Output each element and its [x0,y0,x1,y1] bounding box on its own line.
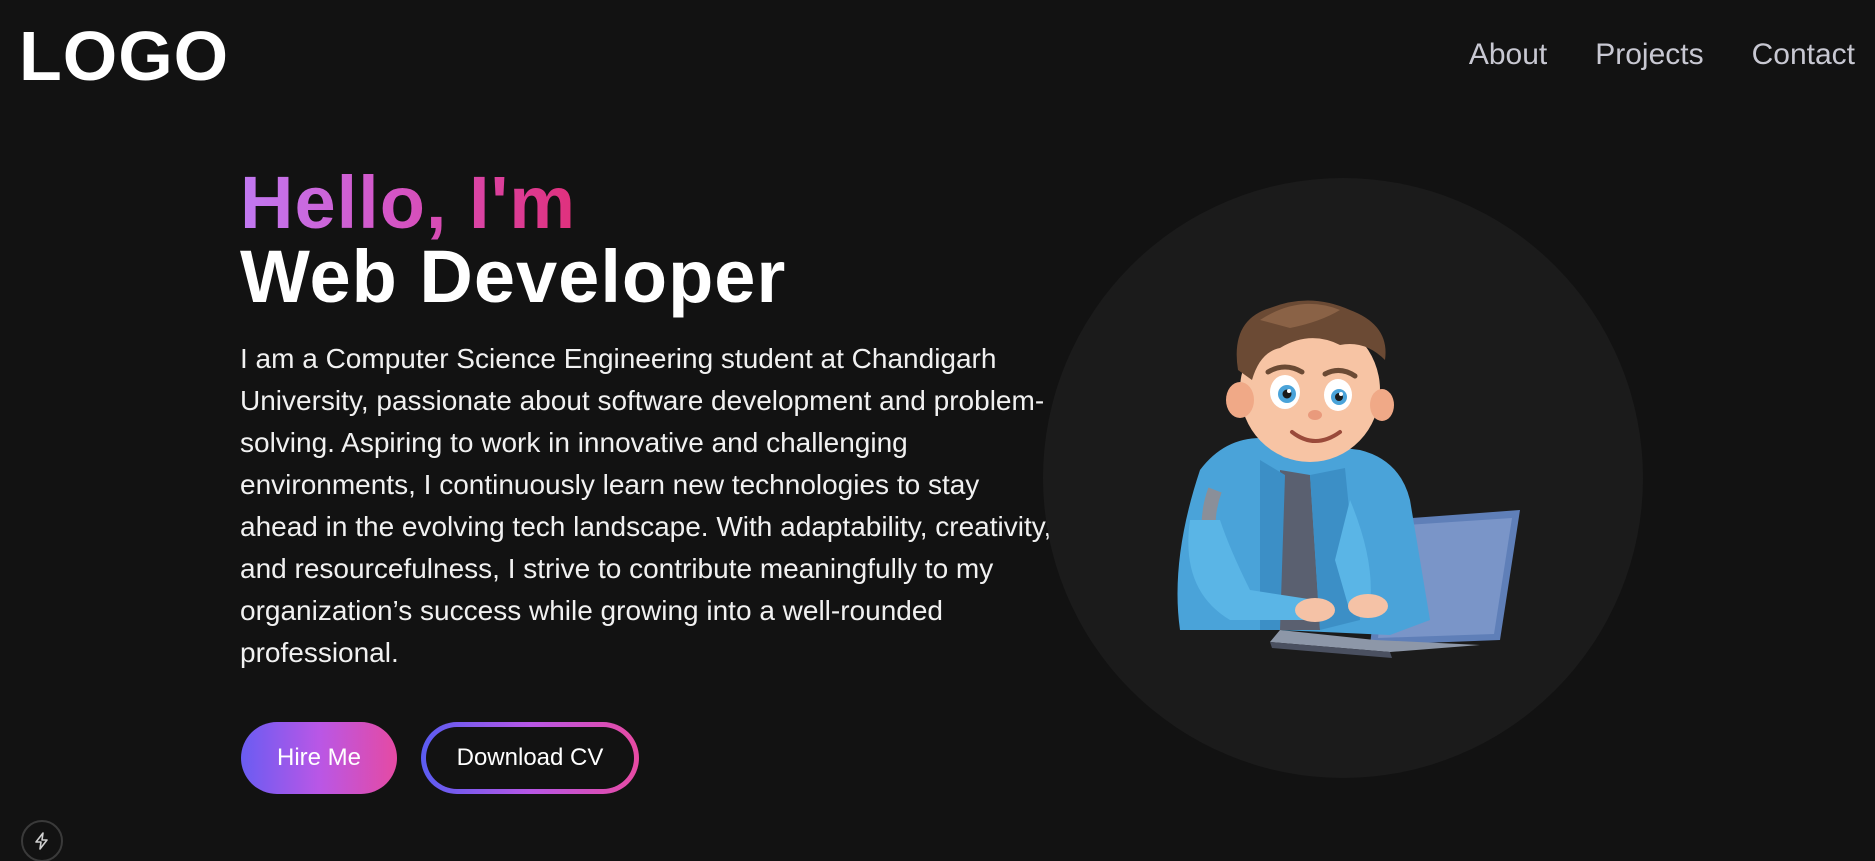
logo[interactable]: LOGO [19,16,229,96]
download-cv-button[interactable]: Download CV [426,727,634,789]
hero-greeting: Hello, I'm [240,161,576,244]
nav-link-contact[interactable]: Contact [1752,36,1855,74]
page: LOGO About Projects Contact Hello, I'm W… [0,0,1875,861]
hero-bio: I am a Computer Science Engineering stud… [240,343,1052,668]
hero-actions: Hire Me Download CV [241,722,639,794]
developer-avatar-illustration [1160,300,1540,660]
hero-section: Hello, I'm Web Developer I am a Computer… [240,166,1070,702]
main-nav: About Projects Contact [1469,36,1855,74]
nav-link-projects[interactable]: Projects [1595,36,1703,74]
download-cv-button-border: Download CV [421,722,639,794]
nav-link-about[interactable]: About [1469,36,1547,74]
hire-me-button[interactable]: Hire Me [241,722,397,794]
lightning-bolt-icon[interactable] [21,820,63,861]
hero-role: Web Developer [240,235,787,318]
